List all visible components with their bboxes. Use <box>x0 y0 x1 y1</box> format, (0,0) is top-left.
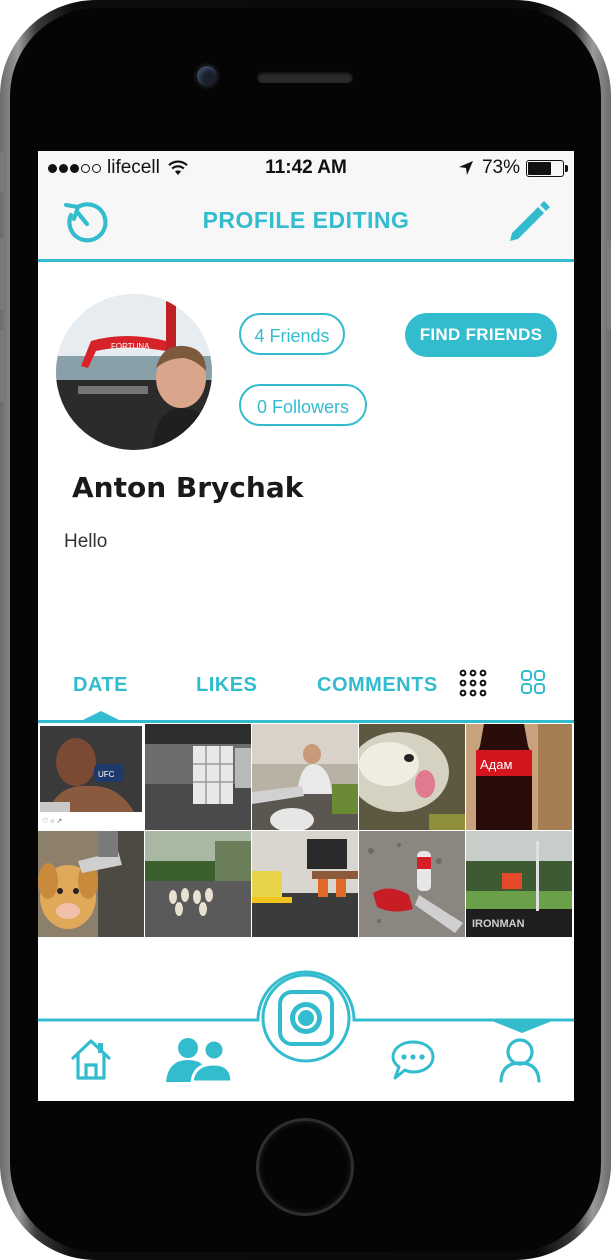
battery-icon <box>526 159 568 177</box>
photo-thumbnail[interactable] <box>145 724 251 830</box>
pencil-edit-icon[interactable] <box>506 199 552 245</box>
battery-percent: 73% <box>481 157 520 178</box>
friends-count-button[interactable]: 4 Friends <box>239 313 345 355</box>
grid-dense-icon[interactable] <box>459 669 487 697</box>
grid-large-icon[interactable] <box>520 669 546 695</box>
volume-up-button <box>0 238 4 310</box>
friends-icon[interactable] <box>166 1036 232 1084</box>
profile-icon[interactable] <box>498 1037 542 1083</box>
bottle-label-text: Адам <box>480 757 512 772</box>
svg-text:FORTUNA: FORTUNA <box>111 342 150 351</box>
front-camera <box>197 66 217 86</box>
photo-thumbnail[interactable] <box>359 831 465 937</box>
profile-name: Anton Brychak <box>72 471 304 504</box>
page-title: PROFILE EDITING <box>202 207 410 233</box>
app-screen: lifecell 11:42 AM 73% PROFILE EDITING FO… <box>38 151 574 1101</box>
phone-frame: lifecell 11:42 AM 73% PROFILE EDITING FO… <box>0 0 611 1260</box>
status-bar: lifecell 11:42 AM 73% <box>38 151 574 185</box>
sort-tabs: DATE LIKES COMMENTS <box>38 656 574 718</box>
profile-avatar[interactable]: FORTUNA <box>56 286 212 450</box>
photo-thumbnail[interactable] <box>145 831 251 937</box>
location-arrow-icon <box>458 161 473 175</box>
profile-bio: Hello <box>64 531 108 552</box>
earpiece-speaker <box>257 71 353 83</box>
home-icon[interactable] <box>70 1037 112 1081</box>
photo-thumbnail[interactable]: IRONMAN <box>466 831 572 937</box>
followers-count-button[interactable]: 0 Followers <box>239 384 367 426</box>
tab-comments[interactable]: COMMENTS <box>317 674 438 697</box>
photo-thumbnail[interactable] <box>252 724 358 830</box>
photo-thumbnail[interactable]: Адам <box>466 724 572 830</box>
nav-bar: PROFILE EDITING <box>38 185 574 262</box>
find-friends-button[interactable]: FIND FRIENDS <box>405 313 557 357</box>
power-button <box>607 240 611 330</box>
photo-grid: UFC ♡ ○ ↗ Адам IRONMAN <box>38 724 574 938</box>
photo-thumbnail[interactable] <box>38 831 144 937</box>
photo-thumbnail[interactable] <box>252 831 358 937</box>
photo-thumbnail[interactable] <box>359 724 465 830</box>
tab-date[interactable]: DATE <box>73 674 128 697</box>
home-button[interactable] <box>259 1121 351 1213</box>
svg-text:IRONMAN: IRONMAN <box>472 918 525 930</box>
photo-thumbnail[interactable]: UFC ♡ ○ ↗ <box>38 724 144 830</box>
chat-icon[interactable] <box>390 1039 436 1081</box>
mute-switch <box>0 152 4 192</box>
volume-down-button <box>0 330 4 402</box>
tab-likes[interactable]: LIKES <box>196 674 257 697</box>
camera-icon[interactable] <box>260 972 352 1064</box>
svg-text:♡ ○ ↗: ♡ ○ ↗ <box>42 817 62 825</box>
tabs-divider <box>38 720 574 723</box>
svg-text:UFC: UFC <box>98 770 115 779</box>
